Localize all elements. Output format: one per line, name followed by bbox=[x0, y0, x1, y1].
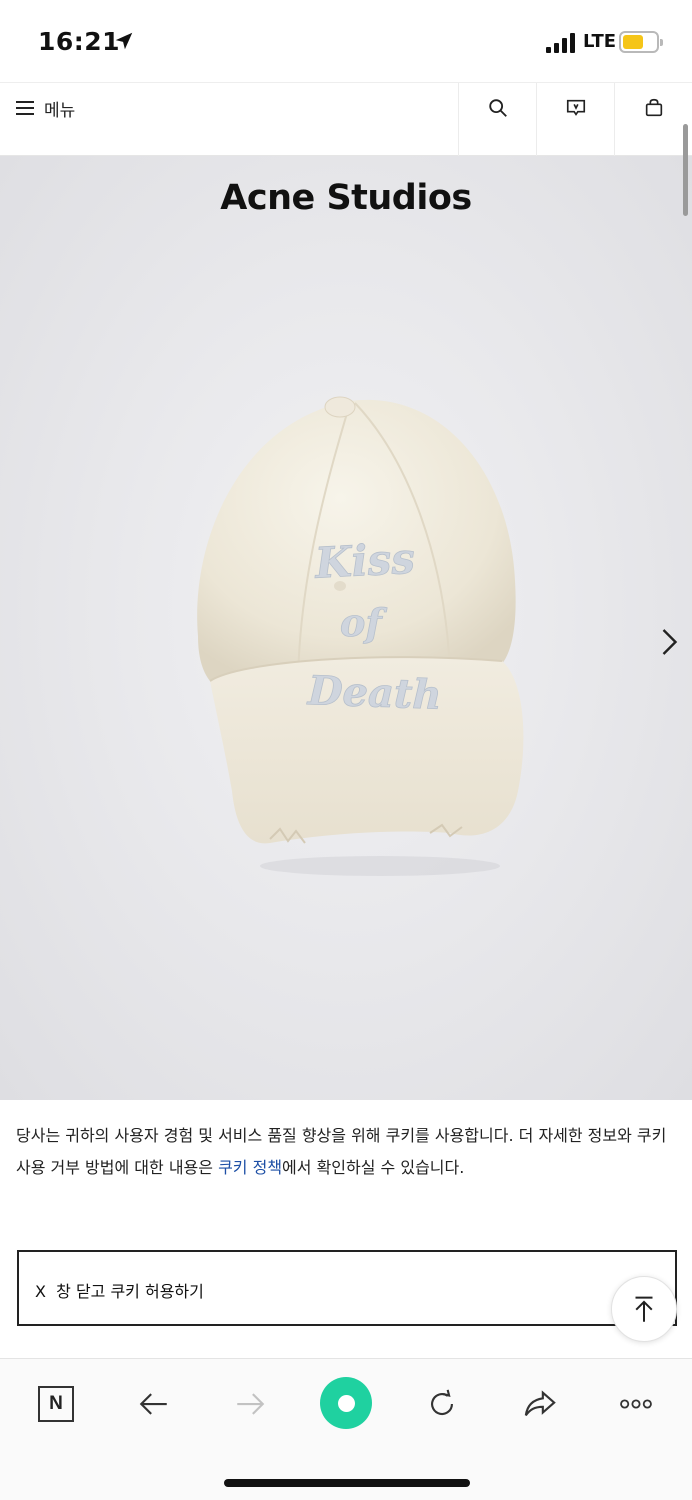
bag-button[interactable] bbox=[614, 83, 692, 156]
signal-icon bbox=[546, 33, 578, 53]
svg-text:of: of bbox=[340, 600, 387, 645]
reload-button[interactable] bbox=[416, 1379, 468, 1429]
location-arrow-icon bbox=[115, 32, 133, 50]
scrollbar[interactable] bbox=[683, 124, 688, 216]
search-icon bbox=[488, 99, 507, 117]
arrow-up-icon bbox=[635, 1296, 653, 1322]
network-type: LTE bbox=[583, 31, 617, 52]
cookie-accept-close-button[interactable]: X 창 닫고 쿠키 허용하기 bbox=[17, 1250, 677, 1326]
browser-toolbar: N bbox=[0, 1358, 692, 1500]
scroll-to-top-button[interactable] bbox=[611, 1276, 677, 1342]
chat-icon bbox=[566, 99, 585, 116]
svg-text:Kiss: Kiss bbox=[313, 534, 416, 588]
site-header: 메뉴 bbox=[0, 82, 692, 156]
svg-text:Death: Death bbox=[306, 667, 442, 719]
more-button[interactable] bbox=[610, 1379, 662, 1429]
share-button[interactable] bbox=[514, 1379, 566, 1429]
cookie-text: 당사는 귀하의 사용자 경험 및 서비스 품질 향상을 위해 쿠키를 사용합니다… bbox=[16, 1120, 676, 1184]
chat-button[interactable] bbox=[536, 83, 614, 156]
menu-label: 메뉴 bbox=[44, 100, 76, 121]
menu-button[interactable]: 메뉴 bbox=[16, 95, 75, 121]
cookie-notice: 당사는 귀하의 사용자 경험 및 서비스 품질 향상을 위해 쿠키를 사용합니다… bbox=[0, 1100, 692, 1360]
status-time: 16:21 bbox=[38, 27, 121, 56]
share-icon bbox=[524, 1390, 556, 1416]
forward-button[interactable] bbox=[224, 1379, 276, 1429]
cookie-accept-label: X 창 닫고 쿠키 허용하기 bbox=[35, 1282, 204, 1301]
naver-icon: N bbox=[38, 1386, 74, 1422]
cookie-policy-link[interactable]: 쿠키 정책 bbox=[218, 1158, 282, 1177]
search-button[interactable] bbox=[458, 83, 536, 156]
cookie-text-after: 에서 확인하실 수 있습니다. bbox=[282, 1158, 465, 1177]
back-button[interactable] bbox=[128, 1379, 180, 1429]
battery-icon bbox=[619, 31, 663, 53]
home-icon[interactable] bbox=[320, 1377, 372, 1429]
brand-logo[interactable]: Acne Studios bbox=[0, 178, 692, 218]
page: 16:21 LTE 메뉴 Acne Studios Kiss of Death … bbox=[0, 0, 692, 1500]
chevron-right-icon[interactable] bbox=[650, 624, 686, 660]
status-bar: 16:21 LTE bbox=[0, 0, 692, 82]
home-indicator bbox=[224, 1479, 470, 1487]
reload-icon bbox=[431, 1389, 453, 1416]
product-cap-image: Kiss of Death bbox=[197, 396, 524, 876]
forward-icon bbox=[237, 1393, 265, 1415]
more-icon bbox=[620, 1399, 652, 1409]
product-hero: Acne Studios Kiss of Death bbox=[0, 156, 692, 1100]
hamburger-icon bbox=[16, 101, 34, 115]
back-icon bbox=[139, 1393, 167, 1415]
naver-button[interactable]: N bbox=[30, 1379, 82, 1429]
bag-icon bbox=[645, 98, 662, 117]
